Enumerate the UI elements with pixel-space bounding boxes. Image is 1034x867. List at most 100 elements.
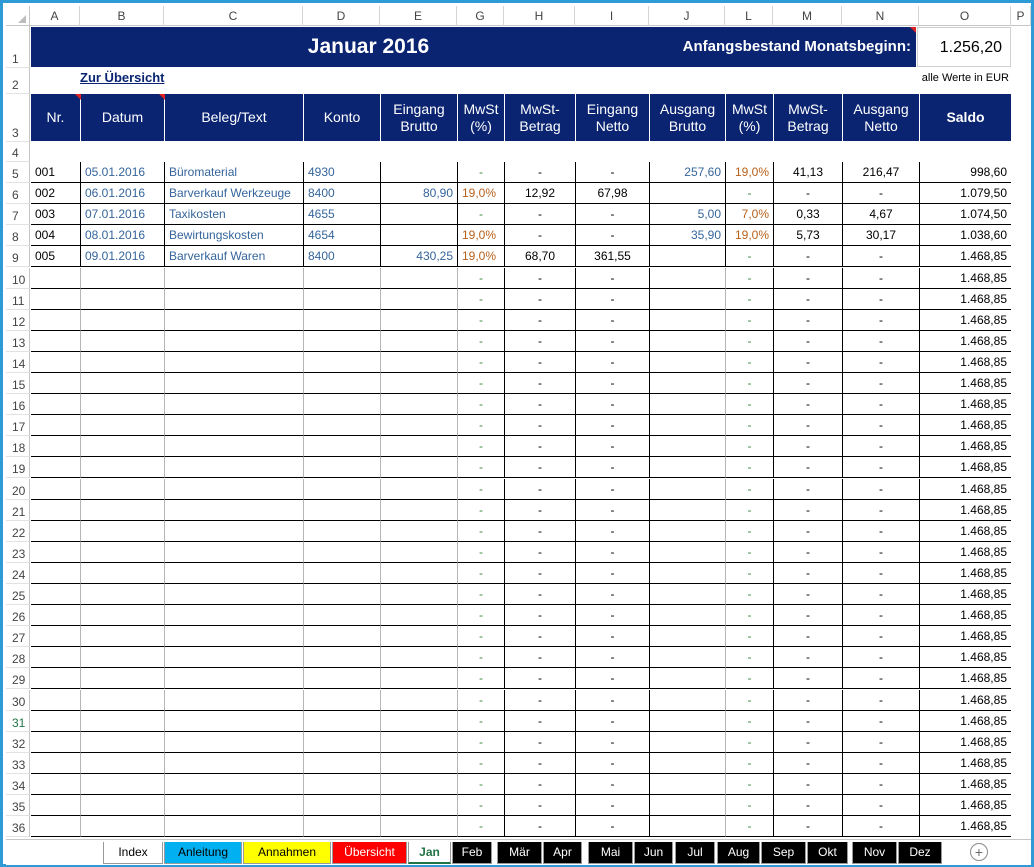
cell-beleg[interactable]: Barverkauf Werkzeuge (165, 183, 304, 205)
cell-konto[interactable] (304, 520, 381, 542)
cell-datum[interactable] (81, 415, 165, 437)
cell-ausgang-brutto[interactable] (650, 647, 726, 669)
cell-saldo[interactable]: 1.468,85 (920, 711, 1011, 732)
cell-eingang-brutto[interactable] (381, 309, 458, 331)
cell-mwst-out[interactable]: - (726, 647, 774, 669)
cell-mwst-out[interactable]: - (726, 394, 774, 416)
cell-mwst-in[interactable]: - (458, 795, 505, 816)
cell-eingang-netto[interactable]: - (576, 689, 650, 711)
cell-eingang-brutto[interactable] (381, 731, 458, 753)
column-header-o[interactable]: O (919, 6, 1011, 26)
cell-nr[interactable] (31, 562, 81, 584)
cell-beleg[interactable] (165, 605, 304, 627)
cell-eingang-netto[interactable]: - (576, 562, 650, 584)
row-header-22[interactable]: 22 (6, 520, 30, 542)
cell-beleg[interactable] (165, 478, 304, 500)
row-header-4[interactable]: 4 (6, 142, 30, 162)
cell-mwst-in[interactable]: - (458, 330, 505, 352)
cell-nr[interactable] (31, 394, 81, 416)
sheet-tab-feb[interactable]: Feb (452, 842, 492, 864)
row-header-13[interactable]: 13 (6, 330, 30, 352)
cell-konto[interactable] (304, 816, 381, 838)
cell-mwst-betrag-in[interactable]: 68,70 (505, 246, 576, 268)
cell-mwst-in[interactable]: - (458, 605, 505, 627)
cell-ausgang-brutto[interactable] (650, 562, 726, 584)
cell-mwst-out[interactable]: - (726, 773, 774, 795)
cell-ausgang-brutto[interactable] (650, 457, 726, 479)
cell-beleg[interactable] (165, 816, 304, 838)
row-header-27[interactable]: 27 (6, 626, 30, 648)
column-header-g[interactable]: G (457, 6, 504, 26)
cell-datum[interactable] (81, 605, 165, 627)
cell-mwst-in[interactable]: - (458, 562, 505, 584)
cell-saldo[interactable]: 1.468,85 (920, 457, 1011, 479)
cell-mwst-out[interactable]: - (726, 562, 774, 584)
cell-eingang-brutto[interactable] (381, 394, 458, 416)
cell-konto[interactable] (304, 436, 381, 458)
cell-mwst-betrag-out[interactable]: - (774, 415, 843, 437)
cell-beleg[interactable] (165, 309, 304, 331)
cell-mwst-in[interactable]: - (458, 752, 505, 774)
cell-datum[interactable] (81, 457, 165, 479)
cell-beleg[interactable]: Bewirtungskosten (165, 225, 304, 247)
cell-mwst-in[interactable]: - (458, 710, 505, 732)
column-header-e[interactable]: E (380, 6, 457, 26)
cell-ausgang-netto[interactable]: - (843, 647, 920, 669)
cell-eingang-brutto[interactable]: 430,25 (381, 246, 458, 268)
cell-konto[interactable] (304, 351, 381, 373)
cell-ausgang-brutto[interactable] (650, 499, 726, 521)
cell-mwst-betrag-in[interactable]: - (505, 710, 576, 732)
cell-mwst-betrag-in[interactable]: - (505, 288, 576, 310)
cell-ausgang-brutto[interactable] (650, 246, 726, 268)
cell-eingang-netto[interactable]: - (576, 499, 650, 521)
cell-beleg[interactable] (165, 584, 304, 605)
cell-eingang-netto[interactable]: - (576, 457, 650, 479)
cell-konto[interactable] (304, 478, 381, 500)
cell-ausgang-brutto[interactable]: 257,60 (650, 162, 726, 183)
cell-nr[interactable]: 001 (31, 162, 81, 183)
cell-eingang-netto[interactable]: - (576, 731, 650, 753)
cell-saldo[interactable]: 1.468,85 (920, 668, 1011, 690)
cell-ausgang-netto[interactable]: - (843, 351, 920, 373)
cell-ausgang-netto[interactable]: 216,47 (843, 162, 920, 183)
cell-nr[interactable] (31, 541, 81, 563)
cell-datum[interactable] (81, 541, 165, 563)
cell-mwst-in[interactable]: - (458, 309, 505, 331)
cell-konto[interactable] (304, 668, 381, 690)
cell-eingang-netto[interactable]: - (576, 225, 650, 247)
cell-eingang-netto[interactable]: - (576, 309, 650, 331)
cell-ausgang-netto[interactable]: - (843, 731, 920, 753)
cell-saldo[interactable]: 1.468,85 (920, 626, 1011, 648)
cell-beleg[interactable] (165, 731, 304, 753)
cell-mwst-out[interactable]: - (726, 710, 774, 732)
row-header-7[interactable]: 7 (6, 204, 30, 226)
cell-mwst-out[interactable]: - (726, 351, 774, 373)
cell-mwst-betrag-out[interactable]: - (774, 499, 843, 521)
cell-mwst-out[interactable]: - (726, 457, 774, 479)
cell-mwst-out[interactable]: - (726, 795, 774, 816)
cell-datum[interactable] (81, 584, 165, 605)
cell-eingang-brutto[interactable] (381, 499, 458, 521)
row-header-12[interactable]: 12 (6, 309, 30, 331)
cell-mwst-in[interactable]: - (458, 816, 505, 838)
cell-eingang-brutto[interactable] (381, 415, 458, 437)
cell-mwst-out[interactable]: 19,0% (726, 225, 774, 247)
cell-mwst-out[interactable]: - (726, 584, 774, 605)
row-header-20[interactable]: 20 (6, 478, 30, 500)
cell-mwst-betrag-out[interactable]: 0,33 (774, 204, 843, 226)
cell-saldo[interactable]: 1.468,85 (920, 394, 1011, 416)
cell-ausgang-netto[interactable]: - (843, 267, 920, 289)
cell-ausgang-brutto[interactable] (650, 710, 726, 732)
sheet-tab-übersicht[interactable]: Übersicht (332, 842, 407, 864)
cell-nr[interactable] (31, 731, 81, 753)
cell-mwst-betrag-out[interactable]: - (774, 710, 843, 732)
row-header-8[interactable]: 8 (6, 225, 30, 247)
cell-konto[interactable] (304, 689, 381, 711)
cell-ausgang-netto[interactable]: - (843, 752, 920, 774)
cell-saldo[interactable]: 1.468,85 (920, 310, 1011, 331)
cell-datum[interactable] (81, 394, 165, 416)
cell-beleg[interactable] (165, 541, 304, 563)
row-header-32[interactable]: 32 (6, 731, 30, 753)
cell-mwst-out[interactable]: - (726, 752, 774, 774)
cell-mwst-betrag-out[interactable]: - (774, 584, 843, 605)
